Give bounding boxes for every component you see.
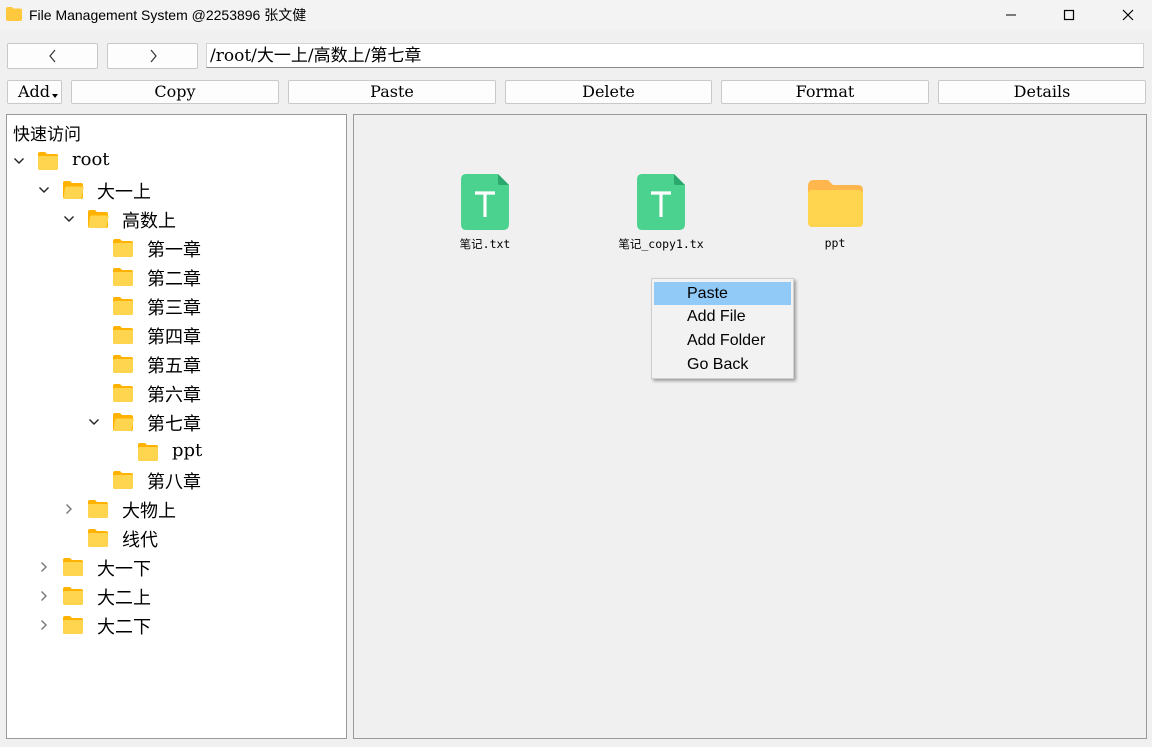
chevron-right-icon[interactable] <box>63 503 75 515</box>
folder-icon <box>63 616 83 634</box>
tree-item-label: 第八章 <box>147 472 201 493</box>
tree-item-label: 第五章 <box>147 356 201 377</box>
tree-item-label: 第一章 <box>147 240 201 261</box>
tree-item[interactable]: 第四章 <box>7 321 337 349</box>
chevron-down-icon[interactable] <box>13 155 25 167</box>
folder-icon <box>113 355 133 373</box>
tree-item[interactable]: 高数上 <box>7 205 337 233</box>
add-button[interactable]: Add <box>7 80 62 104</box>
chevron-right-icon[interactable] <box>38 619 50 631</box>
paste-button[interactable]: Paste <box>288 80 496 104</box>
file-view[interactable]: 笔记.txt 笔记_copy1.tx ppt <box>353 114 1147 739</box>
folder-name: ppt <box>824 236 846 250</box>
text-file-icon <box>637 174 685 230</box>
back-button[interactable] <box>7 43 98 69</box>
chevron-right-icon[interactable] <box>38 590 50 602</box>
folder-item[interactable]: ppt <box>780 173 890 263</box>
tree-item[interactable]: root <box>7 147 337 175</box>
path-input[interactable]: /root/大一上/高数上/第七章 <box>206 43 1144 68</box>
tree-item[interactable]: 第一章 <box>7 234 337 262</box>
tree-item-label: 第四章 <box>147 327 201 348</box>
tree-item[interactable]: 第五章 <box>7 350 337 378</box>
folder-open-icon <box>63 181 84 199</box>
file-name: 笔记.txt <box>459 237 511 251</box>
file-item[interactable]: 笔记.txt <box>430 173 540 263</box>
maximize-icon <box>1063 9 1075 21</box>
tree-item[interactable]: ppt <box>7 438 337 466</box>
quick-access-header: 快速访问 <box>13 125 81 145</box>
folder-icon <box>88 529 108 547</box>
tree-item-label: 第七章 <box>147 414 201 435</box>
copy-button[interactable]: Copy <box>71 80 279 104</box>
folder-icon <box>6 7 22 21</box>
tree-item-label: 高数上 <box>122 211 176 232</box>
delete-button[interactable]: Delete <box>505 80 712 104</box>
tree-item-label: 第六章 <box>147 385 201 406</box>
folder-icon <box>63 587 83 605</box>
chevron-right-icon <box>150 49 157 63</box>
tree-item[interactable]: 第七章 <box>7 408 337 436</box>
file-name: 笔记_copy1.tx <box>618 237 704 251</box>
tree-item-label: 大物上 <box>122 501 176 522</box>
folder-icon <box>113 239 133 257</box>
menu-item-go-back[interactable]: Go Back <box>654 353 791 376</box>
text-file-icon <box>461 174 509 230</box>
tree-item[interactable]: 第六章 <box>7 379 337 407</box>
folder-icon <box>113 326 133 344</box>
minimize-icon <box>1006 14 1016 16</box>
folder-icon <box>113 297 133 315</box>
folder-icon <box>113 268 133 286</box>
folder-icon <box>113 384 133 402</box>
tree-item[interactable]: 第八章 <box>7 466 337 494</box>
dropdown-arrow-icon <box>52 94 58 98</box>
tree-item[interactable]: 大二下 <box>7 611 337 639</box>
forward-button[interactable] <box>107 43 198 69</box>
tree-item[interactable]: 第三章 <box>7 292 337 320</box>
folder-icon <box>38 152 58 170</box>
tree-item-label: 大二上 <box>97 588 151 609</box>
menu-item-paste[interactable]: Paste <box>654 282 791 305</box>
chevron-right-icon[interactable] <box>38 561 50 573</box>
tree-item[interactable]: 线代 <box>7 524 337 552</box>
tree-item[interactable]: 大一下 <box>7 553 337 581</box>
chevron-down-icon[interactable] <box>38 184 50 196</box>
chevron-down-icon[interactable] <box>88 416 100 428</box>
folder-icon <box>63 558 83 576</box>
folder-icon <box>113 471 133 489</box>
tree-item-label: 大一上 <box>97 182 151 203</box>
tree-item-label: ppt <box>172 440 203 461</box>
context-menu: Paste Add File Add Folder Go Back <box>651 278 794 379</box>
menu-item-add-file[interactable]: Add File <box>654 305 791 328</box>
format-button[interactable]: Format <box>721 80 929 104</box>
tree-item-label: 第二章 <box>147 269 201 290</box>
minimize-button[interactable] <box>988 0 1034 30</box>
chevron-left-icon <box>48 49 55 63</box>
tree-item-label: 第三章 <box>147 298 201 319</box>
tree-item-label: 大一下 <box>97 559 151 580</box>
details-button[interactable]: Details <box>938 80 1146 104</box>
folder-icon <box>138 443 158 461</box>
close-icon <box>1122 9 1134 21</box>
tree-item-label: 大二下 <box>97 617 151 638</box>
tree-item-label: 线代 <box>122 530 158 551</box>
tree-item[interactable]: 第二章 <box>7 263 337 291</box>
tree-item[interactable]: 大一上 <box>7 176 337 204</box>
chevron-down-icon[interactable] <box>63 213 75 225</box>
folder-icon <box>808 180 863 227</box>
tree-item[interactable]: 大二上 <box>7 582 337 610</box>
tree-item-label: root <box>72 149 110 170</box>
window-title: File Management System @2253896 张文健 <box>29 7 307 23</box>
title-bar: File Management System @2253896 张文健 <box>0 0 1152 30</box>
close-button[interactable] <box>1105 0 1151 30</box>
folder-tree[interactable]: 快速访问 root 大一上高数上第一章第二章第三章第四章第五章第六章第七章 ppt 第… <box>6 114 347 739</box>
maximize-button[interactable] <box>1046 0 1092 30</box>
folder-open-icon <box>88 210 109 228</box>
add-button-label: Add <box>18 82 51 101</box>
tree-item[interactable]: 大物上 <box>7 495 337 523</box>
file-item[interactable]: 笔记_copy1.tx <box>606 173 716 263</box>
menu-item-add-folder[interactable]: Add Folder <box>654 329 791 352</box>
folder-open-icon <box>113 413 134 431</box>
folder-icon <box>88 500 108 518</box>
